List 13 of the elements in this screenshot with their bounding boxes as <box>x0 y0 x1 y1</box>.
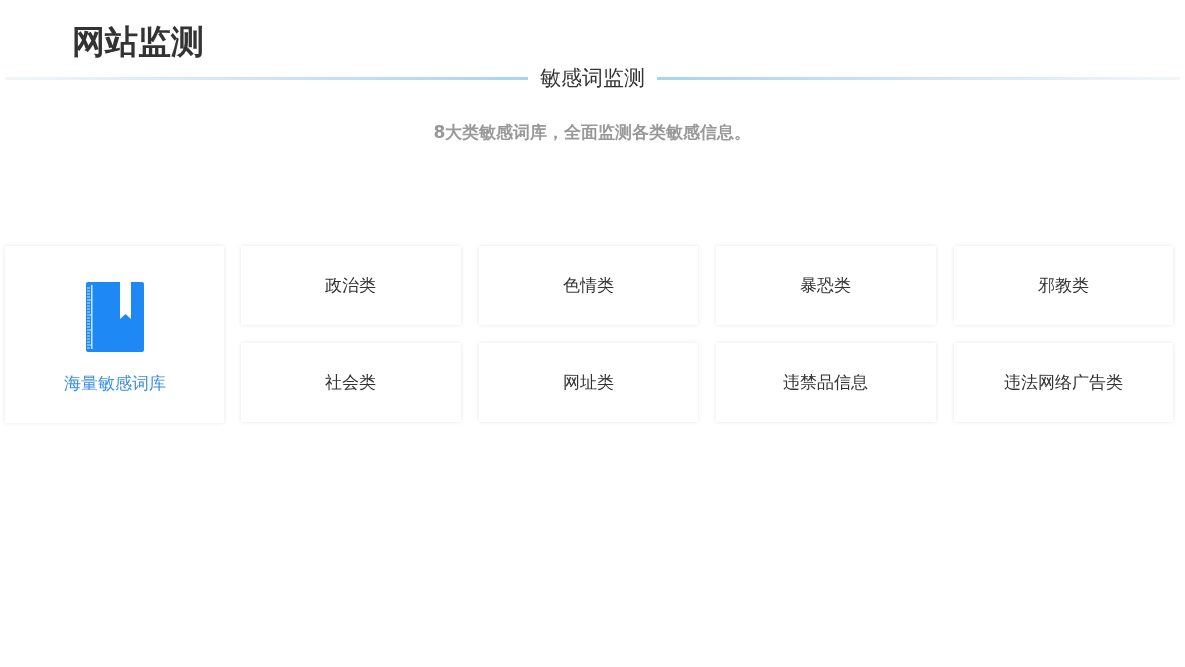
section-title: 敏感词监测 <box>540 65 645 92</box>
section-subtitle: 8大类敏感词库，全面监测各类敏感信息。 <box>432 121 753 144</box>
category-card[interactable]: 邪教类 <box>953 246 1173 325</box>
category-card[interactable]: 网址类 <box>478 343 698 422</box>
page-title: 网站监测 <box>72 22 205 62</box>
feature-label: 海量敏感词库 <box>63 372 166 395</box>
category-card[interactable]: 社会类 <box>241 343 461 422</box>
category-card[interactable]: 政治类 <box>241 246 461 325</box>
category-card[interactable]: 违禁品信息 <box>716 343 936 422</box>
category-card[interactable]: 色情类 <box>478 246 698 325</box>
category-card[interactable]: 违法网络广告类 <box>953 343 1173 422</box>
book-icon <box>85 282 144 352</box>
category-card[interactable]: 暴恐类 <box>716 246 936 325</box>
